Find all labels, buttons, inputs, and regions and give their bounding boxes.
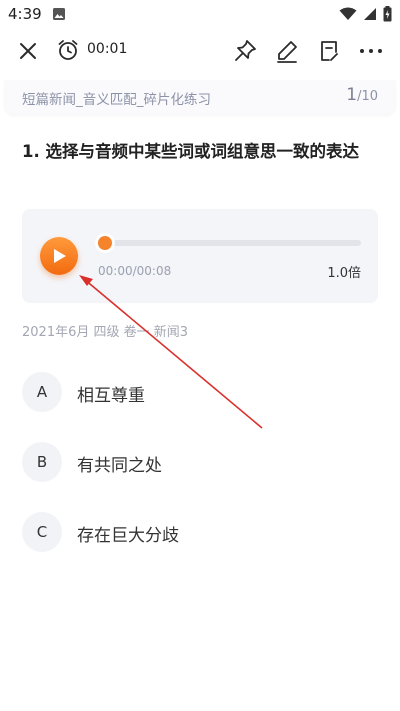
wifi-icon	[339, 7, 357, 20]
status-bar: 4:39	[0, 0, 400, 28]
option-a[interactable]: A 相互尊重	[22, 372, 378, 412]
exercise-title: 短篇新闻_音义匹配_碎片化练习	[22, 92, 211, 108]
play-button[interactable]	[40, 237, 78, 275]
pin-icon[interactable]	[232, 38, 258, 64]
total-questions: /10	[357, 89, 378, 104]
option-text: 有共同之处	[77, 456, 162, 476]
more-options-icon[interactable]	[358, 38, 384, 64]
edit-icon[interactable]	[274, 38, 300, 64]
signal-icon	[364, 8, 376, 20]
alarm-clock-icon	[58, 40, 78, 60]
close-icon[interactable]	[16, 39, 40, 63]
question-progress: 1/10	[346, 85, 378, 105]
option-c[interactable]: C 存在巨大分歧	[22, 512, 378, 552]
option-text: 相互尊重	[77, 386, 145, 406]
option-letter: B	[22, 442, 62, 482]
audio-player: 00:00/00:08 1.0倍	[22, 209, 378, 303]
play-icon	[54, 249, 66, 263]
audio-time: 00:00/00:08	[98, 264, 172, 278]
option-b[interactable]: B 有共同之处	[22, 442, 378, 482]
top-toolbar: 00:01	[0, 28, 400, 74]
current-question-number: 1	[346, 85, 358, 105]
note-icon[interactable]	[316, 38, 342, 64]
option-letter: C	[22, 512, 62, 552]
question-text: 1. 选择与音频中某些词或词组意思一致的表达	[22, 142, 359, 161]
playback-speed[interactable]: 1.0倍	[327, 262, 361, 281]
status-time: 4:39	[8, 5, 42, 23]
question-source: 2021年6月 四级 卷一 新闻3	[22, 325, 189, 340]
elapsed-time: 00:01	[87, 41, 128, 57]
exercise-title-bar: 短篇新闻_音义匹配_碎片化练习 1/10	[4, 80, 396, 114]
option-text: 存在巨大分歧	[77, 526, 179, 546]
image-notification-icon	[52, 8, 65, 20]
option-letter: A	[22, 372, 62, 412]
audio-progress-thumb[interactable]	[98, 236, 112, 250]
audio-progress-track[interactable]	[102, 240, 361, 246]
battery-icon	[383, 6, 392, 22]
